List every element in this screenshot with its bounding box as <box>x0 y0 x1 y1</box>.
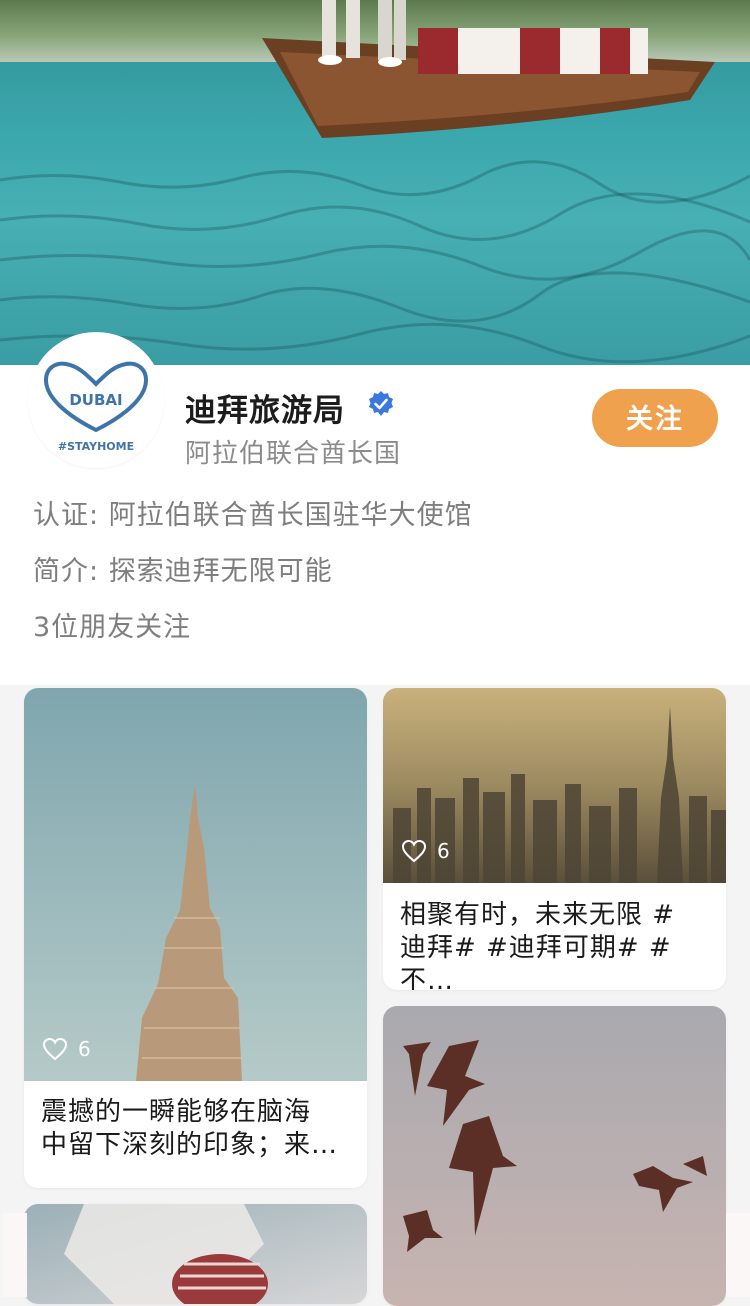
cover-boat-illustration <box>0 0 750 364</box>
avatar[interactable]: DUBAI #STAYHOME <box>28 332 164 468</box>
right-edge-mask <box>726 1213 750 1297</box>
verification-info: 认证: 阿拉伯联合酋长国驻华大使馆 <box>33 493 473 532</box>
feed-card-1[interactable]: 6 震撼的一瞬能够在脑海 中留下深刻的印象；来… <box>24 688 367 1188</box>
post-image-burj-khalifa <box>24 688 367 1081</box>
follow-button[interactable]: 关注 <box>592 389 718 447</box>
like-count-value: 6 <box>437 839 450 863</box>
post-caption: 震撼的一瞬能够在脑海 中留下深刻的印象；来… <box>41 1096 350 1162</box>
bio-value: 探索迪拜无限可能 <box>108 556 333 587</box>
avatar-tagline-text: #STAYHOME <box>58 440 134 453</box>
like-count[interactable]: 6 <box>401 839 450 863</box>
caption-line-2: 迪拜# #迪拜可期# #不… <box>400 933 672 990</box>
dubai-logo-icon: DUBAI #STAYHOME <box>43 361 149 453</box>
verification-value: 阿拉伯联合酋长国驻华大使馆 <box>108 500 473 531</box>
avatar-brand-text: DUBAI <box>69 391 122 409</box>
post-image-flying-birds <box>383 1006 726 1306</box>
feed-card-2[interactable]: 6 相聚有时，未来无限 # 迪拜# #迪拜可期# #不… <box>383 688 726 990</box>
verification-label: 认证: <box>33 500 109 531</box>
verified-badge-icon <box>369 391 393 416</box>
bio-label: 简介: <box>33 556 109 587</box>
friends-following[interactable]: 3位朋友关注 <box>33 605 191 644</box>
profile-cover-image <box>0 0 750 365</box>
like-count-value: 6 <box>78 1037 91 1061</box>
feed-card-4[interactable] <box>24 1204 367 1304</box>
caption-line-2: 中留下深刻的印象；来… <box>41 1130 339 1160</box>
heart-outline-icon <box>401 839 427 863</box>
caption-line-1: 震撼的一瞬能够在脑海 <box>41 1097 312 1127</box>
post-image-woman-with-headscarf <box>24 1204 367 1304</box>
post-caption: 相聚有时，未来无限 # 迪拜# #迪拜可期# #不… <box>400 899 709 990</box>
profile-location: 阿拉伯联合酋长国 <box>185 439 402 469</box>
bio-info: 简介: 探索迪拜无限可能 <box>33 549 333 588</box>
caption-line-1: 相聚有时，未来无限 # <box>400 900 676 930</box>
profile-name: 迪拜旅游局 <box>185 393 345 429</box>
feed-card-3[interactable] <box>383 1006 726 1306</box>
left-edge-mask <box>3 1213 27 1297</box>
heart-outline-icon <box>42 1037 68 1061</box>
like-count[interactable]: 6 <box>42 1037 91 1061</box>
